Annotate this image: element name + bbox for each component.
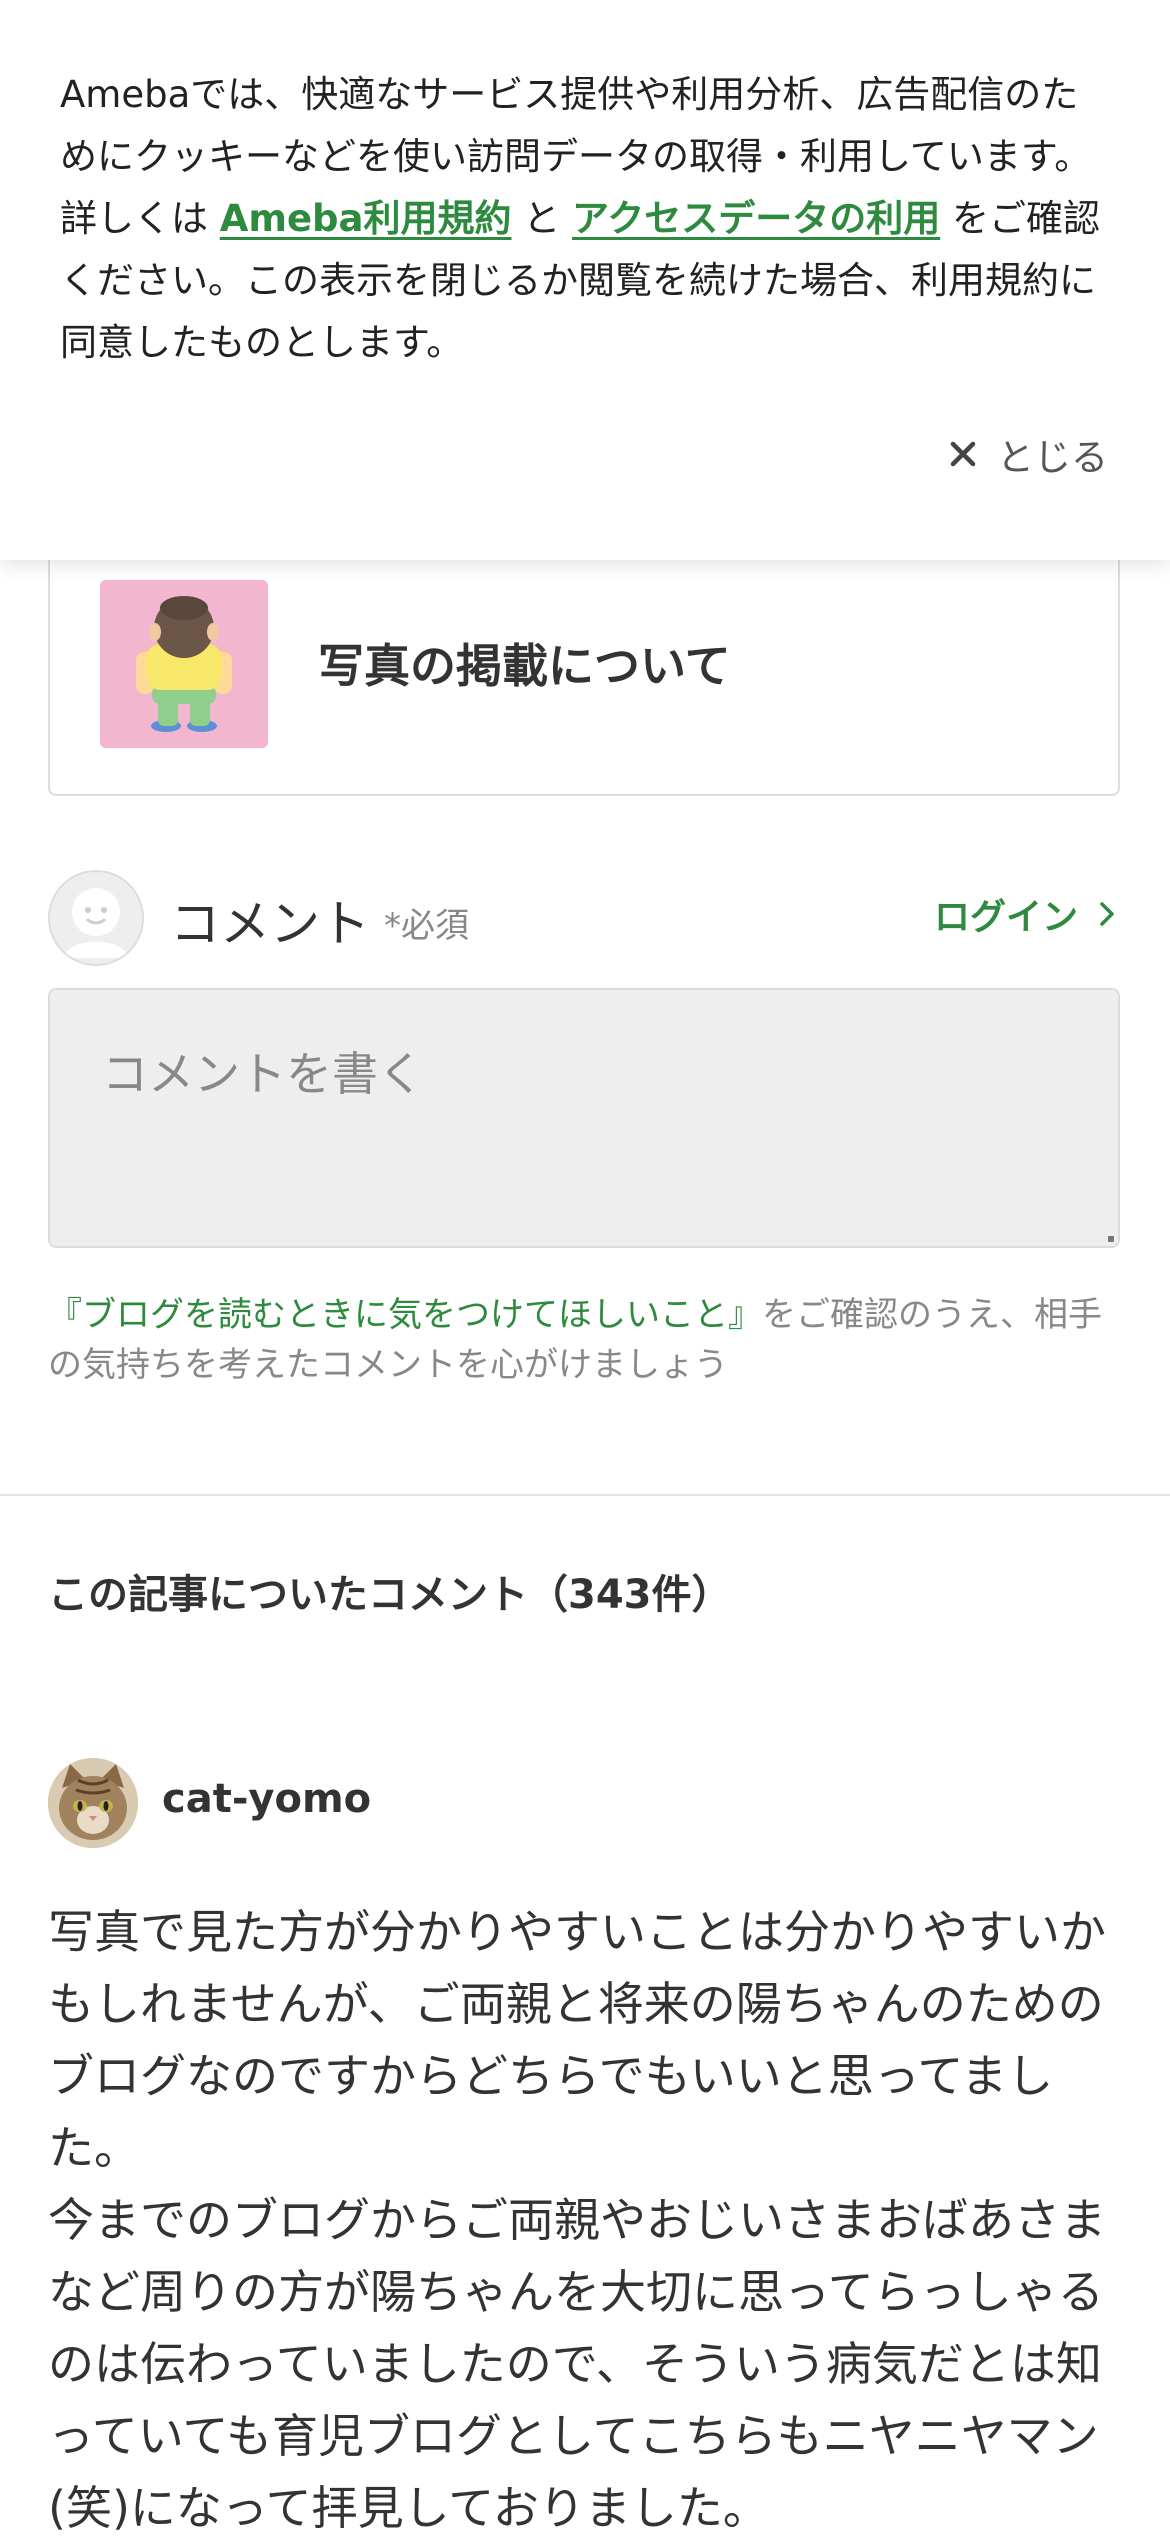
default-avatar-icon <box>48 870 144 966</box>
comment-paragraph: 写真で見た方が分かりやすいことは分かりやすいかもしれませんが、ご両親と将来の陽ち… <box>48 1905 1106 2175</box>
comments-count-heading: この記事についたコメント（343件） <box>48 1572 732 1618</box>
required-label: *必須 <box>384 906 469 946</box>
article-title: 写真の掲載について <box>318 639 731 693</box>
cookie-consent-text: Amebaでは、快適なサービス提供や利用分析、広告配信のためにクッキーなどを使い… <box>60 64 1112 374</box>
comment-paragraph: 今までのブログからご両親やおじいさまおばあさまなど周りの方が陽ちゃんを大切に思っ… <box>48 2193 1106 2535</box>
article-thumbnail <box>100 580 268 748</box>
login-link[interactable]: ログイン <box>934 888 1116 940</box>
comment-input[interactable] <box>48 988 1120 1248</box>
comment-guideline-note: 『ブログを読むときに気をつけてほしいこと』をご確認のうえ、相手の気持ちを考えたコ… <box>48 1290 1120 1390</box>
cookie-consent-banner: Amebaでは、快適なサービス提供や利用分析、広告配信のためにクッキーなどを使い… <box>0 0 1170 560</box>
cookie-text-and: と <box>511 197 573 240</box>
close-icon <box>950 441 976 467</box>
cookie-close-label: とじる <box>997 436 1108 479</box>
login-label: ログイン <box>933 897 1078 938</box>
commenter-avatar[interactable] <box>48 1758 138 1848</box>
access-data-link[interactable]: アクセスデータの利用 <box>572 197 940 240</box>
comment-heading: コメント <box>170 895 370 953</box>
section-divider <box>0 1494 1170 1496</box>
commenter-name[interactable]: cat-yomo <box>162 1776 371 1822</box>
terms-link[interactable]: Ameba利用規約 <box>220 197 512 240</box>
guideline-link[interactable]: 『ブログを読むときに気をつけてほしいこと』 <box>48 1295 762 1335</box>
chevron-right-icon <box>1100 902 1114 926</box>
cookie-close-button[interactable]: とじる <box>949 424 1108 484</box>
comment-body: 写真で見た方が分かりやすいことは分かりやすいかもしれませんが、ご両親と将来の陽ち… <box>48 1896 1120 2544</box>
textarea-resize-handle[interactable] <box>1108 1236 1114 1242</box>
article-card[interactable]: 写真の掲載について <box>48 520 1120 796</box>
cat-avatar-icon <box>48 1758 138 1848</box>
child-illustration-icon <box>100 580 268 748</box>
